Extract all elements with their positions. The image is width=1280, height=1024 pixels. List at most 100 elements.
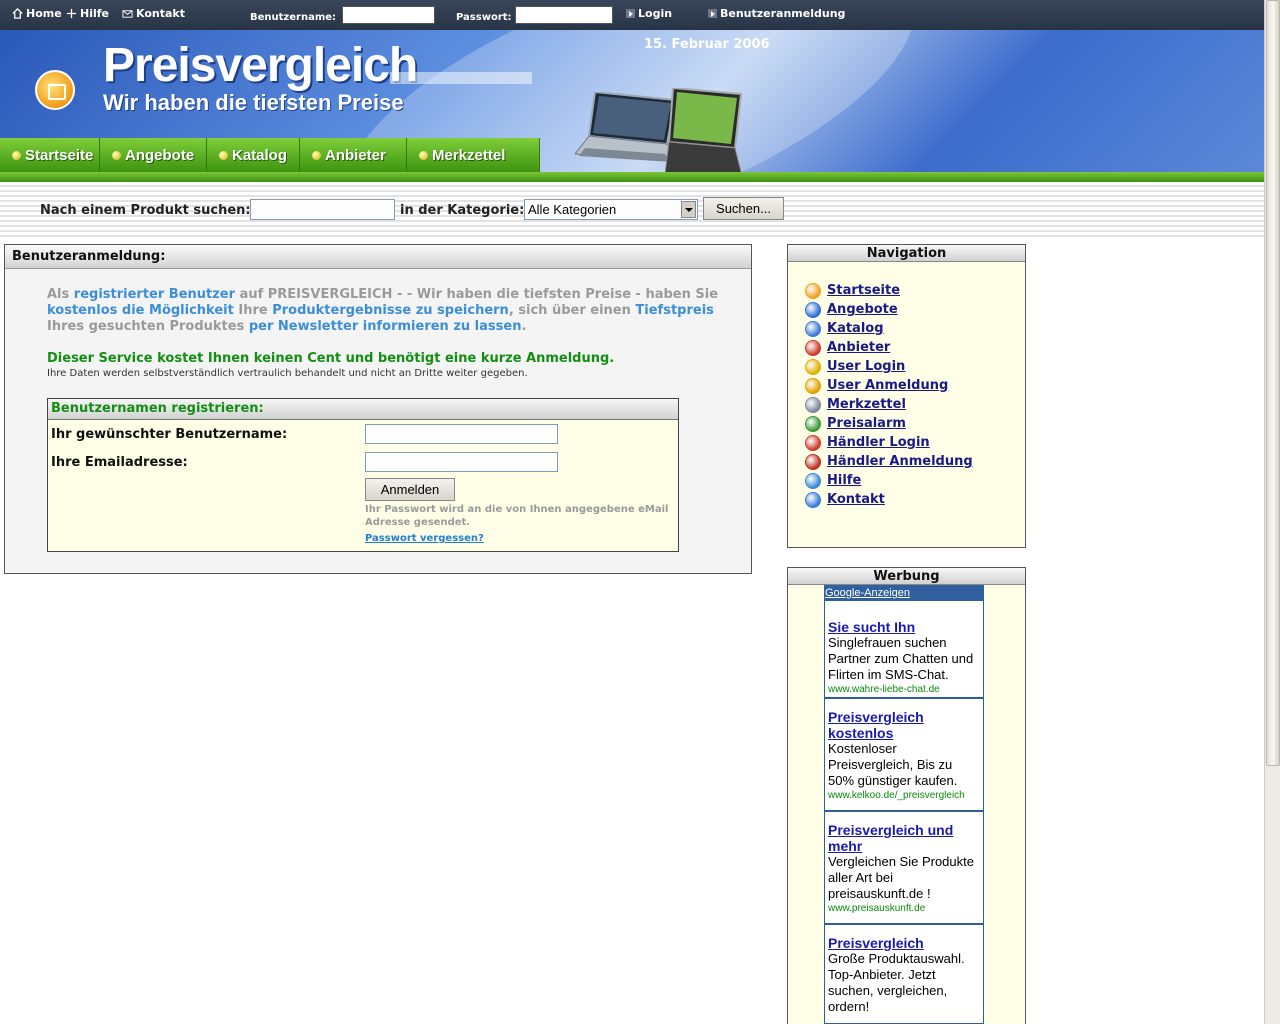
current-date: 15. Februar 2006 bbox=[644, 37, 770, 52]
ad-body: Singlefrauen suchen Partner zum Chatten … bbox=[828, 635, 974, 682]
brand-subtitle: Wir haben die tiefsten Preise bbox=[103, 90, 404, 115]
side-nav-item[interactable]: User Login bbox=[805, 357, 973, 376]
side-nav-item[interactable]: Händler Anmeldung bbox=[805, 452, 973, 471]
side-nav-link[interactable]: Angebote bbox=[827, 302, 898, 317]
ad-title[interactable]: Preisvergleich und mehr bbox=[828, 822, 980, 854]
ad-title[interactable]: Preisvergleich bbox=[828, 935, 980, 951]
bullet-icon bbox=[12, 150, 21, 160]
side-nav-link[interactable]: User Login bbox=[827, 359, 905, 374]
username-label: Benutzername: bbox=[250, 12, 337, 23]
key-icon bbox=[805, 358, 821, 375]
globe-icon bbox=[805, 339, 821, 356]
register-submit-button[interactable]: Anmelden bbox=[365, 478, 455, 501]
page: Home Hilfe Kontakt Benutzername: Passwor… bbox=[0, 0, 1280, 1024]
ad-item: Preisvergleich kostenlos Kostenloser Prei… bbox=[824, 699, 984, 812]
category-select[interactable]: Alle Kategorien bbox=[524, 199, 698, 220]
login-link[interactable]: Login bbox=[626, 7, 672, 20]
side-nav-item[interactable]: Kontakt bbox=[805, 490, 973, 509]
chevron-down-icon[interactable] bbox=[681, 201, 696, 218]
forgot-password-link[interactable]: Passwort vergessen? bbox=[365, 533, 484, 544]
intro-highlight: kostenlos die Möglichkeit bbox=[47, 303, 234, 318]
side-nav-link[interactable]: Kontakt bbox=[827, 492, 885, 507]
side-nav-link[interactable]: Startseite bbox=[827, 283, 900, 298]
password-input[interactable] bbox=[515, 6, 613, 24]
ad-url[interactable]: www.wahre-liebe-chat.de bbox=[828, 683, 980, 696]
nav-merkzettel[interactable]: Merkzettel bbox=[407, 138, 540, 172]
search-button[interactable]: Suchen... bbox=[703, 197, 784, 220]
contact-link[interactable]: Kontakt bbox=[122, 7, 185, 20]
intro-highlight: Produktergebnisse zu speichern bbox=[272, 303, 509, 318]
vertical-scrollbar[interactable] bbox=[1264, 0, 1280, 1024]
help-icon bbox=[66, 8, 77, 19]
navigation-box: Navigation Startseite Angebote Katalog Anbi… bbox=[787, 244, 1026, 548]
side-nav-link[interactable]: Anbieter bbox=[827, 340, 890, 355]
help-icon bbox=[805, 472, 821, 489]
help-link[interactable]: Hilfe bbox=[66, 7, 109, 20]
ad-body: Kostenloser Preisvergleich, Bis zu 50% g… bbox=[828, 741, 958, 788]
side-nav-item[interactable]: User Anmeldung bbox=[805, 376, 973, 395]
email-label: Ihre Emailadresse: bbox=[51, 455, 188, 470]
ad-title[interactable]: Preisvergleich kostenlos bbox=[828, 709, 980, 741]
side-nav-item[interactable]: Hilfe bbox=[805, 471, 973, 490]
intro-segment: . bbox=[521, 319, 527, 334]
side-nav-item[interactable]: Katalog bbox=[805, 319, 973, 338]
intro-segment: auf PREISVERGLEICH - - Wir haben die tie… bbox=[235, 287, 719, 302]
monitor-icon bbox=[805, 320, 821, 337]
register-link[interactable]: Benutzeranmeldung bbox=[708, 7, 845, 20]
username-input[interactable] bbox=[342, 6, 435, 24]
side-nav-link[interactable]: Händler Anmeldung bbox=[827, 454, 973, 469]
email-input[interactable] bbox=[365, 452, 558, 472]
ad-url[interactable]: www.kelkoo.de/_preisvergleich bbox=[828, 789, 980, 802]
navigation-box-title: Navigation bbox=[788, 245, 1025, 262]
contact-link-label: Kontakt bbox=[136, 7, 185, 20]
side-nav-item[interactable]: Startseite bbox=[805, 281, 973, 300]
ad-item: Sie sucht Ihn Singlefrauen suchen Partner… bbox=[824, 601, 984, 699]
home-link[interactable]: Home bbox=[12, 7, 62, 20]
intro-segment: Ihres gesuchten Produktes bbox=[47, 319, 249, 334]
google-ads-header[interactable]: Google-Anzeigen bbox=[824, 585, 984, 601]
nav-label: Merkzettel bbox=[432, 146, 506, 164]
nav-label: Katalog bbox=[232, 146, 288, 164]
login-link-label: Login bbox=[638, 7, 673, 20]
side-nav-link[interactable]: Preisalarm bbox=[827, 416, 906, 431]
logo-icon bbox=[35, 70, 75, 110]
scrollbar-thumb[interactable] bbox=[1266, 0, 1280, 766]
register-form-title: Benutzernamen registrieren: bbox=[48, 399, 678, 420]
ad-body: Große Produktauswahl. Top-Anbieter. Jetz… bbox=[828, 951, 965, 1014]
search-bar: Nach einem Produkt suchen: in der Katego… bbox=[0, 182, 1264, 240]
ads-box: Werbung Google-Anzeigen Sie sucht Ihn Sin… bbox=[787, 567, 1026, 1024]
ads-box-title: Werbung bbox=[788, 568, 1025, 585]
nav-startseite[interactable]: Startseite bbox=[0, 138, 100, 172]
nav-anbieter[interactable]: Anbieter bbox=[300, 138, 407, 172]
side-nav-item[interactable]: Preisalarm bbox=[805, 414, 973, 433]
side-nav-link[interactable]: Hilfe bbox=[827, 473, 861, 488]
search-input[interactable] bbox=[250, 199, 395, 220]
nav-label: Anbieter bbox=[325, 146, 386, 164]
side-nav-link[interactable]: Merkzettel bbox=[827, 397, 906, 412]
ads-list: Sie sucht Ihn Singlefrauen suchen Partner… bbox=[824, 601, 984, 1024]
desired-username-input[interactable] bbox=[365, 424, 558, 444]
nav-katalog[interactable]: Katalog bbox=[207, 138, 300, 172]
service-note: Dieser Service kostet Ihnen keinen Cent … bbox=[47, 351, 615, 366]
side-nav-link[interactable]: Händler Login bbox=[827, 435, 930, 450]
ad-title[interactable]: Sie sucht Ihn bbox=[828, 619, 980, 635]
laptop-image bbox=[665, 88, 744, 180]
side-nav-link[interactable]: Katalog bbox=[827, 321, 884, 336]
green-divider bbox=[0, 172, 1264, 182]
nav-angebote[interactable]: Angebote bbox=[100, 138, 207, 172]
bullet-icon bbox=[419, 150, 428, 160]
side-nav-item[interactable]: Händler Login bbox=[805, 433, 973, 452]
shop-icon bbox=[805, 434, 821, 451]
intro-text: Als registrierter Benutzer auf PREISVERG… bbox=[47, 287, 727, 335]
nav-label: Startseite bbox=[25, 146, 94, 164]
google-ads: Google-Anzeigen Sie sucht Ihn Singlefraue… bbox=[824, 585, 984, 1024]
side-nav-item[interactable]: Merkzettel bbox=[805, 395, 973, 414]
ad-url[interactable]: www.preisauskunft.de bbox=[828, 902, 980, 915]
panel-title: Benutzeranmeldung: bbox=[5, 245, 751, 269]
side-nav-item[interactable]: Angebote bbox=[805, 300, 973, 319]
intro-segment: Als bbox=[47, 287, 74, 302]
side-nav-item[interactable]: Anbieter bbox=[805, 338, 973, 357]
side-nav-link[interactable]: User Anmeldung bbox=[827, 378, 948, 393]
mail-icon bbox=[805, 491, 821, 508]
side-nav-list: Startseite Angebote Katalog Anbieter User Lo… bbox=[805, 281, 973, 509]
